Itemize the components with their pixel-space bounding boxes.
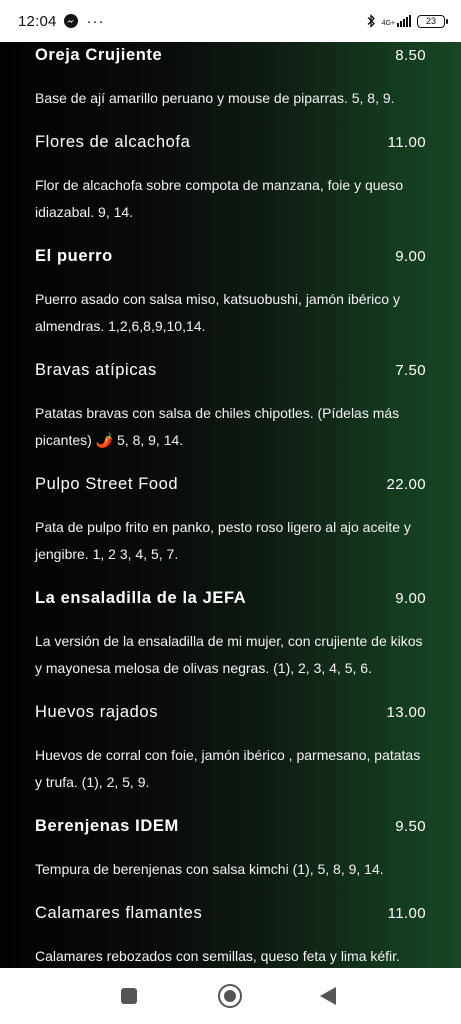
status-right: 4G+ 23 [366, 14, 448, 28]
home-icon[interactable] [218, 984, 242, 1008]
recent-apps-icon[interactable] [121, 988, 137, 1004]
item-price: 9.00 [395, 248, 426, 265]
network-label: 4G+ [381, 20, 395, 27]
item-name: Huevos rajados [35, 703, 159, 721]
item-description: Patatas bravas con salsa de chiles chipo… [35, 405, 400, 448]
menu-item: El puerro 9.00 Puerro asado con salsa mi… [35, 247, 426, 340]
status-time: 12:04 [18, 12, 57, 30]
menu-item: Bravas atípicas 7.50 Patatas bravas con … [35, 361, 426, 454]
item-description: La versión de la ensaladilla de mi mujer… [35, 633, 423, 676]
item-price: 7.50 [395, 362, 426, 379]
back-icon[interactable] [320, 987, 336, 1005]
item-price: 9.00 [395, 590, 426, 607]
item-name: Oreja Crujiente [35, 46, 163, 64]
item-price: 8.50 [395, 47, 426, 64]
status-bar: 12:04 ··· 4G+ 23 [0, 0, 461, 42]
menu-item: Oreja Crujiente 8.50 Base de ají amarill… [35, 46, 426, 112]
menu-item: Huevos rajados 13.00 Huevos de corral co… [35, 703, 426, 796]
item-name: Pulpo Street Food [35, 475, 179, 493]
item-description: Tempura de berenjenas con salsa kimchi (… [35, 861, 384, 877]
item-name: Calamares flamantes [35, 904, 203, 922]
signal-icon [397, 15, 411, 27]
menu-item: Flores de alcachofa 11.00 Flor de alcach… [35, 133, 426, 226]
network-indicator: 4G+ [382, 15, 411, 27]
item-name: Berenjenas IDEM [35, 817, 179, 835]
item-name: La ensaladilla de la JEFA [35, 589, 247, 607]
item-name: Bravas atípicas [35, 361, 157, 379]
item-name: El puerro [35, 247, 113, 265]
menu-item: La ensaladilla de la JEFA 9.00 La versió… [35, 589, 426, 682]
item-description: Base de ají amarillo peruano y mouse de … [35, 90, 395, 106]
item-price: 11.00 [387, 905, 426, 922]
item-price: 11.00 [387, 134, 426, 151]
item-description: Puerro asado con salsa miso, katsuobushi… [35, 291, 400, 334]
item-price: 22.00 [386, 476, 426, 493]
more-notifications-icon: ··· [86, 12, 105, 30]
item-price: 9.50 [395, 818, 426, 835]
bluetooth-icon [366, 14, 376, 28]
menu-item: Calamares flamantes 11.00 Calamares rebo… [35, 904, 426, 968]
item-price: 13.00 [386, 704, 426, 721]
item-description: Pata de pulpo frito en panko, pesto roso… [35, 519, 411, 562]
item-name: Flores de alcachofa [35, 133, 191, 151]
item-description: Calamares rebozados con semillas, queso … [35, 948, 400, 964]
battery-icon: 23 [417, 14, 448, 28]
menu-item: Berenjenas IDEM 9.50 Tempura de berenjen… [35, 817, 426, 883]
messenger-icon [63, 14, 78, 28]
menu-item: Pulpo Street Food 22.00 Pata de pulpo fr… [35, 475, 426, 568]
navigation-bar [0, 968, 461, 1024]
menu-list[interactable]: Oreja Crujiente 8.50 Base de ají amarill… [0, 42, 461, 968]
item-description: Huevos de corral con foie, jamón ibérico… [35, 747, 421, 790]
item-description: Flor de alcachofa sobre compota de manza… [35, 177, 404, 220]
status-left: 12:04 ··· [18, 13, 105, 30]
